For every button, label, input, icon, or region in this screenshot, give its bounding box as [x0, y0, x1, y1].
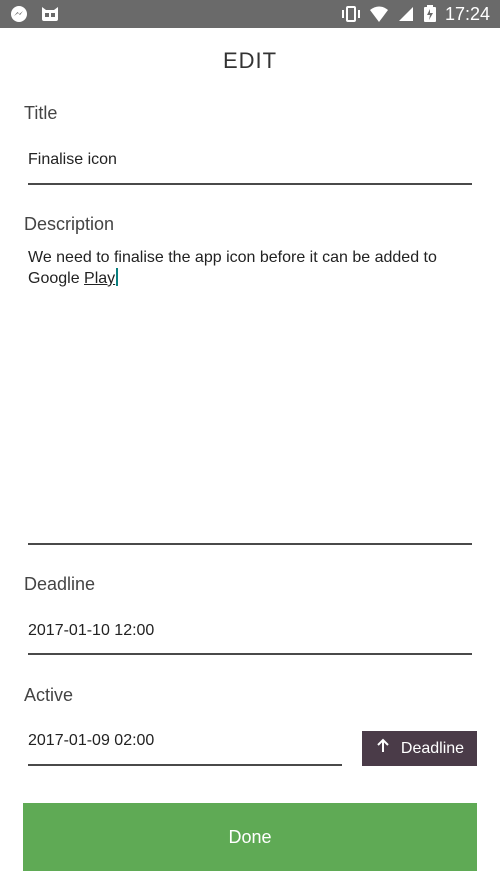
active-underline	[28, 764, 342, 766]
done-button[interactable]: Done	[23, 803, 477, 871]
title-label: Title	[24, 103, 58, 123]
description-input[interactable]: We need to finalise the app icon before …	[28, 248, 458, 289]
deadline-input[interactable]: 2017-01-10 12:00	[28, 622, 154, 640]
description-underline	[28, 543, 472, 545]
deadline-label: Deadline	[24, 574, 96, 594]
vibrate-icon	[341, 5, 361, 23]
messenger-icon	[10, 5, 28, 23]
arrow-up-icon	[375, 738, 391, 759]
cat-notification-icon	[40, 5, 60, 23]
battery-charging-icon	[423, 5, 437, 23]
title-underline	[28, 183, 472, 185]
description-text-end: Play	[84, 270, 116, 287]
done-button-label: Done	[228, 826, 272, 847]
deadline-underline	[28, 653, 472, 655]
description-label: Description	[24, 214, 115, 234]
status-bar: 17:24	[0, 0, 500, 28]
deadline-button-label: Deadline	[400, 739, 465, 757]
deadline-button[interactable]: Deadline	[362, 731, 477, 766]
active-label: Active	[24, 685, 74, 705]
active-input[interactable]: 2017-01-09 02:00	[28, 732, 154, 750]
signal-icon	[397, 5, 415, 23]
title-input[interactable]: Finalise icon	[28, 151, 117, 169]
page-title: EDIT	[222, 48, 278, 73]
text-caret	[116, 268, 119, 286]
wifi-icon	[369, 5, 389, 23]
status-time: 17:24	[444, 4, 490, 24]
